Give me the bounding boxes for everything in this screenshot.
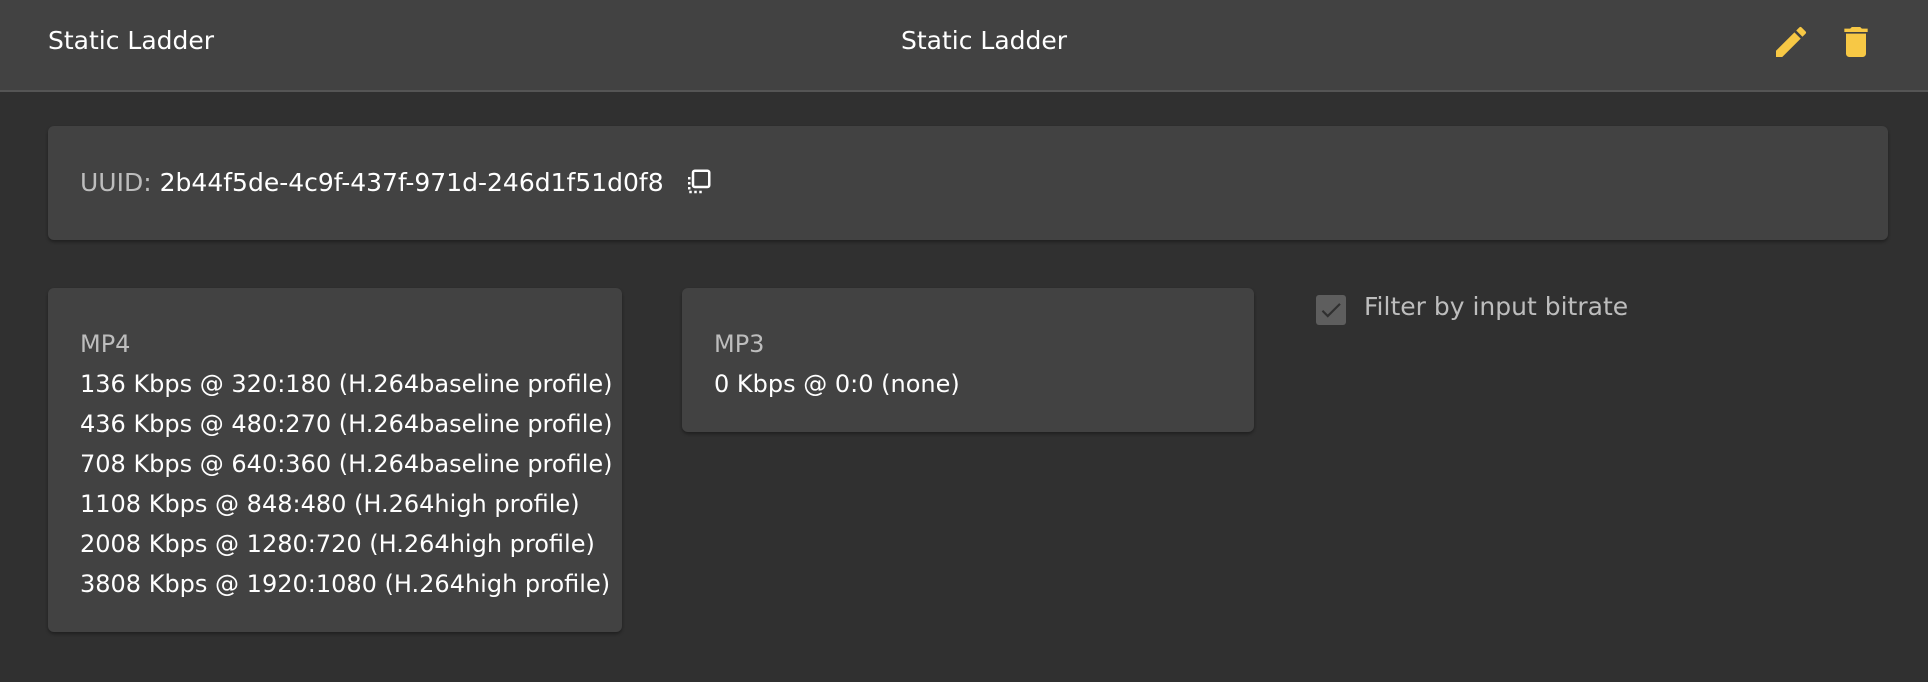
checkbox[interactable]	[1316, 295, 1346, 325]
mp3-ladder-card: MP3 0 Kbps @ 0:0 (none)	[682, 288, 1254, 432]
filter-label: Filter by input bitrate	[1364, 291, 1629, 321]
mp4-ladder-item: 3808 Kbps @ 1920:1080 (H.264high profile…	[80, 570, 611, 598]
uuid-card: UUID: 2b44f5de-4c9f-437f-971d-246d1f51d0…	[48, 126, 1888, 240]
mp4-ladder-item: 436 Kbps @ 480:270 (H.264baseline profil…	[80, 410, 613, 438]
mp3-ladder-item: 0 Kbps @ 0:0 (none)	[714, 370, 960, 398]
copy-icon	[687, 169, 711, 194]
uuid-label: UUID:	[80, 167, 152, 197]
check-icon	[1321, 303, 1341, 318]
mp4-ladder-item: 1108 Kbps @ 848:480 (H.264high profile)	[80, 490, 580, 518]
app-bar-title: Static Ladder	[48, 26, 215, 55]
mp4-section-title: MP4	[80, 330, 131, 358]
mp4-ladder-item: 136 Kbps @ 320:180 (H.264baseline profil…	[80, 370, 613, 398]
pencil-icon	[1776, 26, 1807, 57]
trash-icon	[1844, 27, 1868, 57]
top-app-bar: Static Ladder Static Ladder	[0, 0, 1928, 92]
delete-button[interactable]	[1832, 18, 1880, 66]
copy-uuid-button[interactable]	[682, 166, 714, 198]
mp4-ladder-card: MP4 136 Kbps @ 320:180 (H.264baseline pr…	[48, 288, 622, 632]
filter-by-bitrate-checkbox[interactable]: Filter by input bitrate	[1316, 291, 1629, 325]
page-title: Static Ladder	[900, 26, 1068, 55]
edit-button[interactable]	[1767, 18, 1815, 66]
mp4-ladder-item: 2008 Kbps @ 1280:720 (H.264high profile)	[80, 530, 595, 558]
mp3-section-title: MP3	[714, 330, 765, 358]
uuid-value: 2b44f5de-4c9f-437f-971d-246d1f51d0f8	[159, 167, 664, 197]
uuid-row: UUID: 2b44f5de-4c9f-437f-971d-246d1f51d0…	[80, 166, 714, 198]
mp4-ladder-item: 708 Kbps @ 640:360 (H.264baseline profil…	[80, 450, 613, 478]
